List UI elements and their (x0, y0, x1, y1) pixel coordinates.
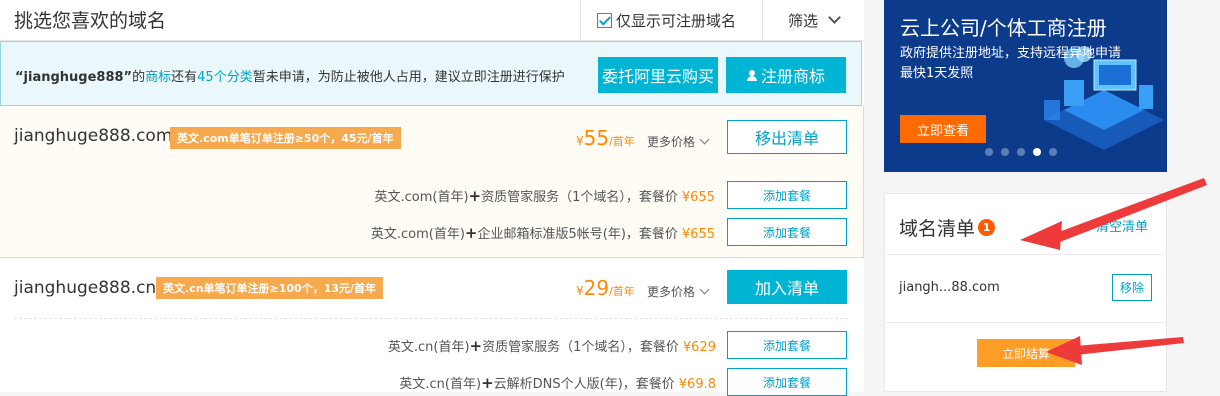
package-price: ¥655 (681, 227, 715, 242)
carousel-dots (985, 148, 1057, 156)
more-prices-toggle[interactable]: 更多价格 (647, 133, 710, 150)
add-package-button[interactable]: 添加套餐 (727, 218, 847, 246)
delegate-purchase-button[interactable]: 委托阿里云购买 (598, 57, 718, 93)
carousel-dot[interactable] (985, 148, 993, 156)
remove-button[interactable]: 移除 (1112, 274, 1152, 301)
plus-icon: + (464, 224, 478, 242)
add-package-button[interactable]: 添加套餐 (727, 331, 847, 359)
price-currency: ¥ (576, 284, 584, 298)
add-package-button[interactable]: 添加套餐 (727, 181, 847, 209)
domain-list-title: 域名清单 1 (899, 214, 996, 241)
domain-price: ¥29/首年 (576, 276, 635, 300)
cart-domain-item: jiangh...88.com (899, 280, 1000, 295)
trademark-link[interactable]: 商标 (145, 70, 171, 85)
package-base: 英文.cn(首年) (399, 377, 482, 392)
remove-from-list-button[interactable]: 移出清单 (727, 120, 847, 154)
plus-icon: + (468, 187, 482, 205)
package-price: ¥69.8 (678, 377, 716, 392)
ad-subtitle-line: 政府提供注册地址，支持远程异地申请 (900, 46, 1122, 61)
domain-row-com: jianghuge888.com 英文.com单笔订单注册≥50个，45元/首年… (0, 106, 864, 258)
price-value: 55 (583, 126, 610, 150)
only-available-label: 仅显示可注册域名 (616, 11, 737, 30)
carousel-dot[interactable] (1017, 148, 1025, 156)
domain-name: jianghuge888.com (14, 126, 173, 146)
package-option: 英文.com(首年)+资质管家服务（1个域名），套餐价 ¥655 (375, 186, 716, 205)
domain-price: ¥55/首年 (576, 126, 635, 150)
package-base: 英文.com(首年) (374, 190, 469, 205)
checkout-button[interactable]: 立即结算 (977, 339, 1075, 367)
notice-text: “jianghuge888”的商标还有45个分类暂未申请，为防止被他人占用，建议… (15, 66, 565, 85)
count-badge: 1 (978, 219, 996, 236)
package-service: 云解析DNS个人版(年)，套餐价 (493, 377, 675, 392)
results-header: 挑选您喜欢的域名 仅显示可注册域名 筛选 (0, 0, 864, 41)
divider (885, 254, 1166, 255)
clear-list-link[interactable]: 清空清单 (1096, 216, 1148, 235)
domain-list-title-text: 域名清单 (899, 218, 976, 240)
filter-dropdown[interactable]: 筛选 (762, 0, 864, 40)
domain-list-panel: 域名清单 1 清空清单 jiangh...88.com 移除 立即结算 (884, 193, 1167, 392)
package-base: 英文.cn(首年) (387, 340, 470, 355)
domain-row-cn: jianghuge888.cn 英文.cn单笔订单注册≥100个，13元/首年 … (0, 258, 864, 396)
more-prices-label: 更多价格 (647, 285, 696, 299)
package-option: 英文.cn(首年)+资质管家服务（1个域名），套餐价 ¥629 (388, 336, 716, 355)
notice-text-3: 暂未申请，为防止被他人占用，建议立即注册进行保护 (252, 70, 565, 85)
notice-text-2: 还有 (171, 70, 198, 85)
price-currency: ¥ (576, 134, 584, 148)
page-title: 挑选您喜欢的域名 (14, 10, 167, 32)
ad-subtitle: 政府提供注册地址，支持远程异地申请 最快1天发照 (900, 44, 1121, 84)
categories-link[interactable]: 45个分类 (197, 70, 253, 85)
carousel-dot[interactable] (1049, 148, 1057, 156)
package-price: ¥629 (682, 340, 716, 355)
price-unit: /首年 (609, 285, 635, 298)
filter-label: 筛选 (787, 11, 818, 30)
plus-icon: + (481, 374, 494, 392)
company-registration-ad[interactable]: 云上公司/个体工商注册 政府提供注册地址，支持远程异地申请 最快1天发照 立即查… (884, 0, 1167, 172)
more-prices-toggle[interactable]: 更多价格 (647, 283, 710, 300)
promo-badge: 英文.cn单笔订单注册≥100个，13元/首年 (156, 277, 384, 299)
price-value: 29 (583, 276, 610, 300)
chevron-down-icon (828, 11, 841, 24)
package-option: 英文.cn(首年)+云解析DNS个人版(年)，套餐价 ¥69.8 (399, 373, 716, 392)
divider (14, 318, 848, 319)
domain-name: jianghuge888.cn (14, 278, 157, 298)
register-trademark-button[interactable]: 注册商标 (726, 57, 846, 93)
ad-subtitle-line: 最快1天发照 (900, 66, 974, 81)
package-service: 资质管家服务（1个域名），套餐价 (481, 190, 678, 205)
chevron-down-icon (699, 134, 710, 145)
package-price: ¥655 (681, 190, 715, 205)
carousel-dot[interactable] (1001, 148, 1009, 156)
add-to-list-button[interactable]: 加入清单 (727, 270, 847, 304)
checkbox-checked-icon[interactable] (597, 12, 612, 28)
promo-badge: 英文.com单笔订单注册≥50个，45元/首年 (170, 127, 401, 149)
price-unit: /首年 (609, 135, 635, 148)
package-option: 英文.com(首年)+企业邮箱标准版5帐号(年)，套餐价 ¥655 (371, 223, 715, 242)
carousel-dot-active[interactable] (1033, 148, 1041, 156)
chevron-down-icon (699, 284, 710, 295)
notice-text-1: 的 (132, 70, 146, 85)
ad-title: 云上公司/个体工商注册 (900, 16, 1107, 40)
only-available-toggle[interactable]: 仅显示可注册域名 (580, 0, 762, 40)
divider (885, 322, 1166, 323)
trademark-notice: “jianghuge888”的商标还有45个分类暂未申请，为防止被他人占用，建议… (0, 41, 862, 106)
package-service: 资质管家服务（1个域名），套餐价 (482, 340, 679, 355)
view-now-button[interactable]: 立即查看 (900, 115, 986, 143)
notice-keyword: “jianghuge888” (15, 70, 133, 85)
package-service: 企业邮箱标准版5帐号(年)，套餐价 (477, 227, 678, 242)
more-prices-label: 更多价格 (647, 135, 696, 149)
user-icon (746, 69, 757, 81)
package-base: 英文.com(首年) (370, 227, 465, 242)
plus-icon: + (469, 337, 483, 355)
domain-results-panel: 挑选您喜欢的域名 仅显示可注册域名 筛选 “jianghuge888”的商标还有… (0, 0, 864, 396)
register-trademark-label: 注册商标 (760, 67, 825, 86)
